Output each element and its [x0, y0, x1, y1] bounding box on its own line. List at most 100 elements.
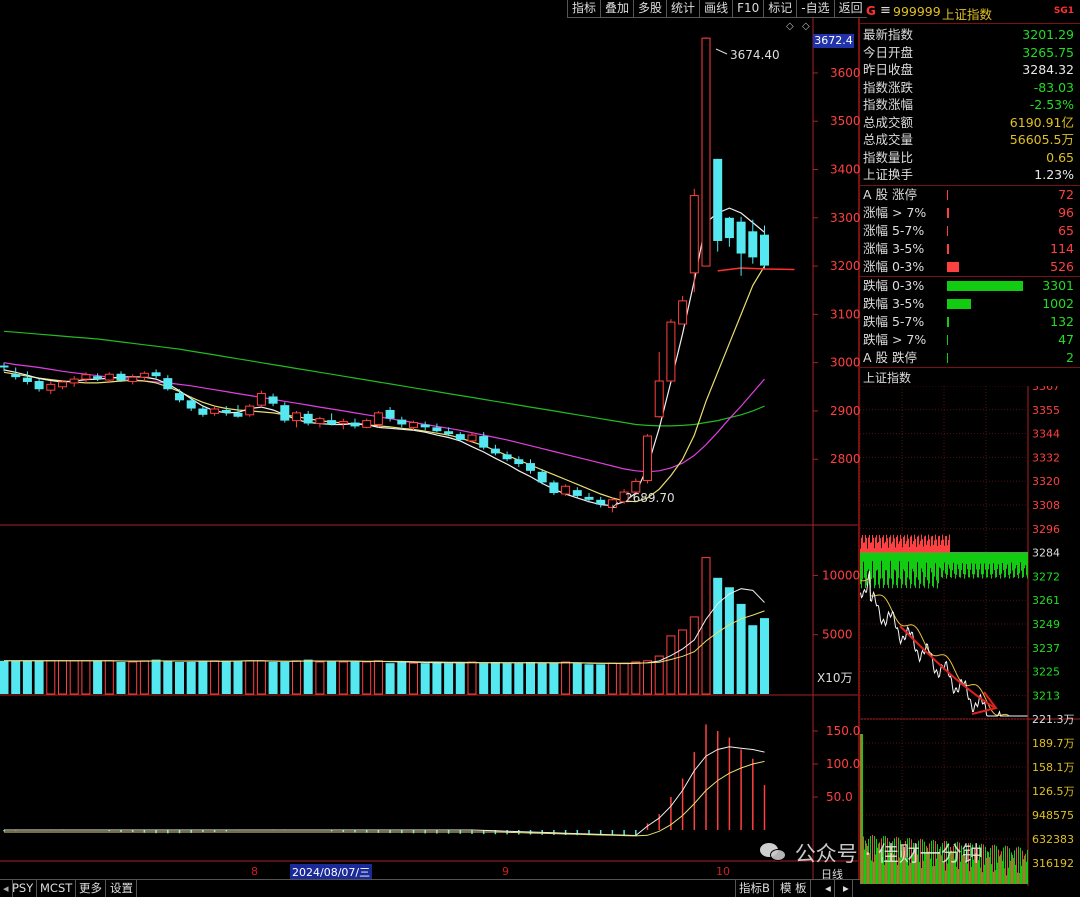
candle-body: [526, 463, 535, 471]
volume-bar: [22, 660, 32, 694]
toolbar-statistics-button[interactable]: 统计: [666, 0, 700, 18]
candle-body: [678, 300, 688, 325]
tab-template[interactable]: 模 板: [777, 880, 811, 897]
stat-value: -2.53%: [1029, 97, 1074, 112]
high-marker-icon: [715, 48, 728, 55]
toolbar-indicator-button[interactable]: 指标: [567, 0, 601, 18]
stat-row: 总成交量 56605.5万: [863, 132, 1074, 147]
diamond-icon[interactable]: ◇: [786, 21, 794, 32]
tab-settings[interactable]: 设置: [107, 880, 137, 897]
toolbar-remove-watchlist-button[interactable]: -自选: [796, 0, 834, 18]
quote-header: G ≡ 999999 上证指数 SG1: [860, 0, 1080, 24]
volume-bar: [81, 660, 91, 695]
toolbar-overlay-button[interactable]: 叠加: [600, 0, 634, 18]
price-tick-label: 2900: [830, 404, 860, 418]
date-label: 9: [502, 865, 509, 878]
candle-body: [514, 459, 524, 465]
toolbar-f10-button[interactable]: F10: [732, 0, 764, 18]
count-bar: [947, 317, 949, 327]
decline-counts: 跌幅 0-3% 3301 跌幅 3-5% 1002 跌幅 5-7% 132 跌幅 > …: [860, 277, 1080, 368]
tab-psy[interactable]: PSY: [9, 880, 38, 897]
volume-bar: [526, 661, 535, 694]
volume-bar: [210, 660, 220, 695]
wechat-icon: [760, 841, 788, 865]
volume-bar: [338, 661, 348, 695]
volume-bar: [689, 616, 699, 695]
candle-body: [34, 381, 44, 390]
candle-body: [163, 378, 173, 390]
intraday-price-label: 3332: [1032, 451, 1060, 464]
count-row: 跌幅 > 7% 47: [863, 332, 1074, 347]
candle-body: [0, 365, 9, 368]
volume-bar: [11, 660, 21, 694]
volume-ma-line: [4, 610, 765, 664]
volume-bar: [139, 660, 149, 695]
stat-row: 昨日收盘 3284.32: [863, 62, 1074, 77]
intraday-volume-label: 632383: [1032, 833, 1074, 846]
count-row: 涨幅 > 7% 96: [863, 205, 1074, 220]
scroll-right-icon[interactable]: ▸: [840, 880, 853, 897]
indicator-tab-bar: ◂ PSY MCST 更多 设置 指标B 模 板 ◂ ▸: [0, 879, 860, 897]
price-tick-label: 2800: [830, 452, 860, 466]
volume-bar: [315, 661, 325, 695]
candle-body: [303, 413, 313, 424]
candle-body: [22, 377, 32, 382]
advance-counts: A 股 涨停 72 涨幅 > 7% 96 涨幅 5-7% 65 涨幅 3-5% 114 …: [860, 186, 1080, 277]
price-tick-label: 3500: [830, 114, 860, 128]
volume-bar: [163, 660, 173, 694]
count-bar: [947, 208, 949, 218]
volume-bar: [46, 660, 56, 695]
intraday-volume-label: 189.7万: [1032, 737, 1075, 750]
toolbar-multi-stock-button[interactable]: 多股: [633, 0, 667, 18]
volume-bar: [479, 663, 489, 694]
stock-code: 999999: [893, 4, 941, 19]
stat-value: 1.23%: [1034, 167, 1074, 182]
toolbar-draw-line-button[interactable]: 画线: [699, 0, 733, 18]
macd-dea-line: [4, 760, 765, 837]
candle-body: [760, 234, 769, 266]
volume-ma-line: [4, 588, 765, 665]
volume-bar: [93, 660, 103, 694]
volume-bar: [327, 660, 337, 694]
volume-bar: [455, 663, 465, 694]
low-marker-icon: ↙: [611, 500, 619, 511]
volume-bar: [643, 660, 652, 695]
tab-indicator-b[interactable]: 指标B: [735, 880, 774, 897]
stock-name: 上证指数: [942, 7, 993, 22]
tab-more[interactable]: 更多: [76, 880, 106, 897]
candle-body: [373, 412, 383, 425]
volume-bar: [256, 660, 266, 695]
volume-bar: [280, 661, 290, 694]
count-bar: [947, 281, 1023, 291]
intraday-price-label: 3320: [1032, 475, 1060, 488]
diamond-icon[interactable]: ◇: [802, 21, 810, 32]
candle-body: [643, 435, 652, 481]
volume-bar: [631, 661, 641, 695]
volume-bar: [607, 662, 617, 695]
volume-unit-label: X10万: [817, 671, 853, 685]
tab-mcst[interactable]: MCST: [37, 880, 77, 897]
menu-icon[interactable]: ≡: [880, 3, 891, 18]
date-label-current: 2024/08/07/三: [290, 864, 373, 880]
candlestick-chart[interactable]: ↙ 3600 3500 3400 3300 3200 3100 3000 2900 2800 10…: [0, 0, 860, 880]
volume-bar: [175, 661, 184, 694]
volume-bar: [0, 660, 9, 694]
toolbar-mark-button[interactable]: 标记: [763, 0, 797, 18]
candle-body: [689, 195, 699, 274]
intraday-price-label: 3308: [1032, 499, 1060, 512]
current-price-tag: 3672.4: [813, 34, 854, 48]
intraday-volume-label: 316192: [1032, 857, 1074, 870]
volume-bar: [549, 663, 559, 694]
volume-bar: [444, 663, 454, 694]
intraday-volume-label: 126.5万: [1032, 785, 1075, 798]
candle-body: [69, 378, 79, 384]
market-flag: G: [866, 4, 876, 18]
candle-body: [139, 372, 149, 378]
candle-body: [490, 448, 500, 454]
date-label: 10: [716, 865, 730, 878]
macd-tick-label: 100.0: [826, 757, 860, 771]
intraday-chart[interactable]: 3367 3355 3344 3332 3320 3308 3296 3284 3272 3261…: [860, 386, 1080, 896]
volume-bar: [151, 659, 161, 694]
volume-bar: [760, 618, 769, 694]
scroll-left-icon[interactable]: ◂: [822, 880, 835, 897]
